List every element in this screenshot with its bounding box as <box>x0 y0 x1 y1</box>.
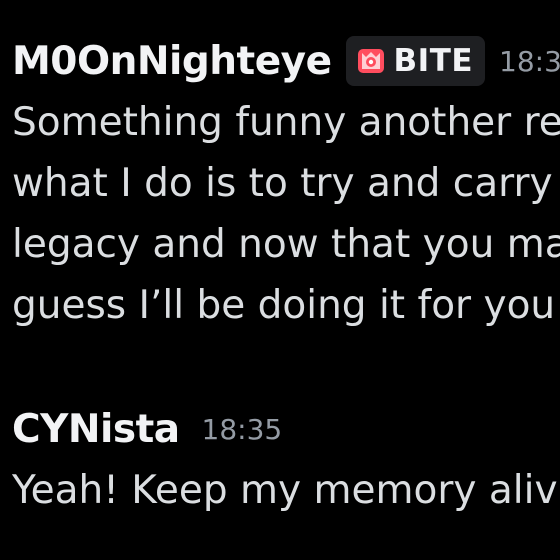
message: M0OnNighteye BITE 18:35 Something funny … <box>12 30 560 336</box>
username[interactable]: M0OnNighteye <box>12 39 332 84</box>
message-content: Something funny another re what I do is … <box>12 92 560 336</box>
guild-tag-label: BITE <box>393 43 474 79</box>
guild-tag-badge[interactable]: BITE <box>345 36 486 86</box>
message-line: Yeah! Keep my memory aliv <box>12 468 558 513</box>
message-content: Yeah! Keep my memory aliv <box>12 460 558 521</box>
message-header: M0OnNighteye BITE 18:35 <box>12 30 560 92</box>
guild-tag-icon <box>357 49 384 73</box>
message-header: CYNista 18:35 <box>12 398 558 460</box>
message-line: guess I’ll be doing it for you <box>12 283 556 328</box>
message-line: what I do is to try and carry <box>12 161 553 206</box>
chat-view: M0OnNighteye BITE 18:35 Something funny … <box>0 0 560 560</box>
message-timestamp[interactable]: 18:35 <box>499 45 560 78</box>
message-line: legacy and now that you ma <box>12 222 560 267</box>
message: CYNista 18:35 Yeah! Keep my memory aliv <box>12 398 558 521</box>
message-timestamp[interactable]: 18:35 <box>202 413 283 446</box>
message-line: Something funny another re <box>12 100 560 145</box>
username[interactable]: CYNista <box>12 407 180 452</box>
